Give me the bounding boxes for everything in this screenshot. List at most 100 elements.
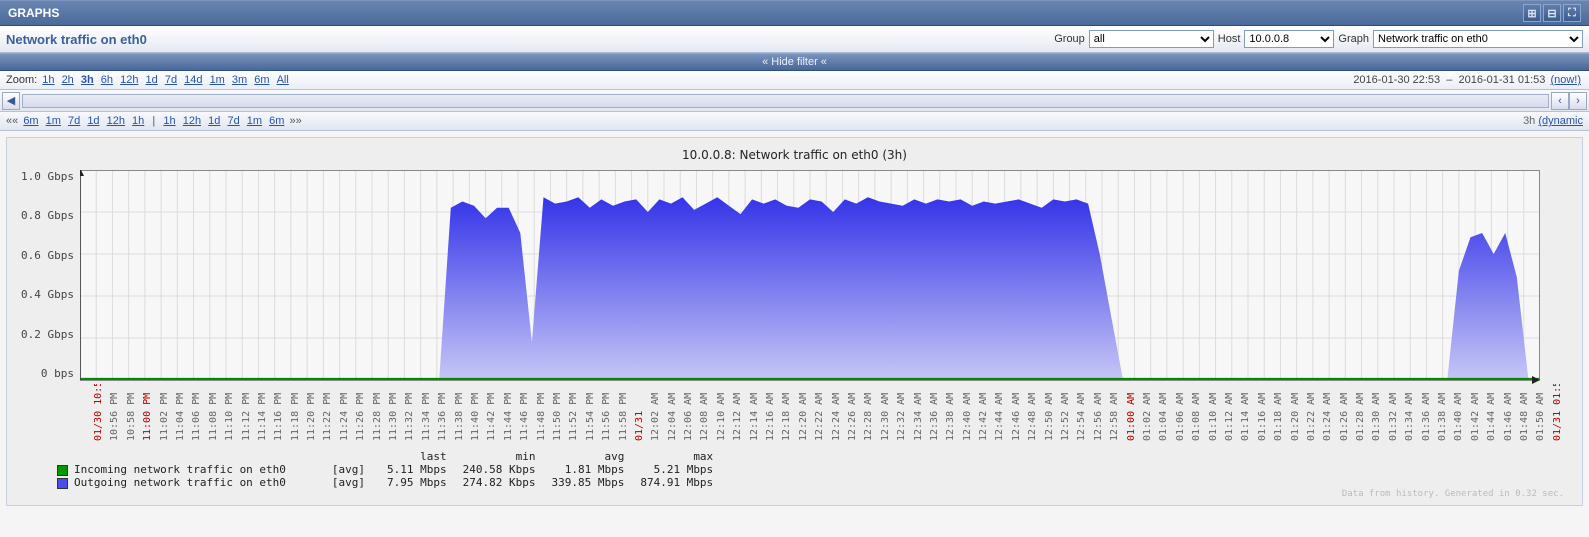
x-tick: 12:38 AM [945,384,961,444]
legend-row: Outgoing network traffic on eth0[avg]7.9… [49,476,721,489]
x-tick: 11:28 PM [372,384,388,444]
window-collapse-icon[interactable]: ⊟ [1543,4,1561,22]
move-left-1d[interactable]: 1d [87,115,99,127]
zoom-1d[interactable]: 1d [146,74,158,86]
page-title: Network traffic on eth0 [6,32,147,47]
window-fullscreen-icon[interactable]: ⛶ [1563,4,1581,22]
move-left-12h[interactable]: 12h [107,115,125,127]
x-tick: 12:46 AM [1011,384,1027,444]
time-range: 2016-01-30 22:53 – 2016-01-31 01:53 (now… [1353,74,1583,86]
x-tick: 01:40 AM [1453,384,1469,444]
x-tick: 12:58 AM [1109,384,1125,444]
host-select[interactable]: 10.0.0.8 [1244,30,1334,48]
x-tick: 01:02 AM [1142,384,1158,444]
chart-plot[interactable] [80,170,1540,384]
move-left-7d[interactable]: 7d [68,115,80,127]
x-tick: 12:14 AM [749,384,765,444]
scroll-step-right-button[interactable]: › [1569,92,1587,110]
move-left-6m[interactable]: 6m [23,115,38,127]
x-tick: 11:20 PM [306,384,322,444]
move-right-arrows: »» [289,115,301,127]
x-tick: 11:40 PM [470,384,486,444]
time-now-link[interactable]: (now!) [1550,74,1581,86]
x-tick: 01:48 AM [1519,384,1535,444]
zoom-1h[interactable]: 1h [42,74,54,86]
y-tick: 0.8 Gbps [21,209,74,222]
zoom-3h[interactable]: 3h [81,74,94,86]
x-tick: 01:20 AM [1290,384,1306,444]
x-tick: 11:24 PM [339,384,355,444]
x-tick: 01/30 10:53 PM [93,384,109,444]
zoom-1m[interactable]: 1m [210,74,225,86]
move-right-6m[interactable]: 6m [269,115,284,127]
x-tick: 01/31 [634,384,650,444]
x-tick: 01:34 AM [1404,384,1420,444]
legend-series-name: Outgoing network traffic on eth0 [49,476,324,489]
x-tick: 11:48 PM [536,384,552,444]
zoom-12h[interactable]: 12h [120,74,138,86]
legend-row: Incoming network traffic on eth0[avg]5.1… [49,463,721,476]
timeline-scroll: ◀ ‹ › [0,90,1589,112]
zoom-links: Zoom: 1h 2h 3h 6h 12h 1d 7d 14d 1m 3m 6m… [6,74,291,86]
x-tick: 11:54 PM [585,384,601,444]
move-right-12h[interactable]: 12h [183,115,201,127]
window-titlebar: GRAPHS ⊞ ⊟ ⛶ [0,0,1589,26]
x-tick: 11:02 PM [159,384,175,444]
scroll-track[interactable] [22,94,1549,108]
x-tick: 11:58 PM [618,384,634,444]
move-right-7d[interactable]: 7d [227,115,239,127]
x-tick: 12:34 AM [913,384,929,444]
hide-filter-label: « Hide filter « [762,56,827,68]
x-tick: 12:20 AM [798,384,814,444]
x-tick: 01:18 AM [1273,384,1289,444]
x-tick: 12:44 AM [994,384,1010,444]
x-tick: 11:10 PM [224,384,240,444]
x-tick: 01:50 AM [1535,384,1551,444]
x-axis: 01/30 10:53 PM10:56 PM10:58 PM11:00 PM11… [21,384,1568,444]
x-tick: 12:04 AM [667,384,683,444]
x-tick: 01:24 AM [1322,384,1338,444]
dynamic-link[interactable]: (dynamic [1538,115,1583,127]
window-buttons: ⊞ ⊟ ⛶ [1523,4,1581,22]
x-tick: 11:06 PM [191,384,207,444]
x-tick: 11:18 PM [290,384,306,444]
zoom-7d[interactable]: 7d [165,74,177,86]
x-tick: 11:42 PM [486,384,502,444]
move-left-1m[interactable]: 1m [46,115,61,127]
group-select[interactable]: all [1089,30,1214,48]
move-left-arrows: «« [6,115,18,127]
graph-panel: 10.0.0.8: Network traffic on eth0 (3h) 1… [6,137,1583,506]
x-tick: 11:04 PM [175,384,191,444]
move-sep: | [152,115,155,127]
zoom-All[interactable]: All [277,74,289,86]
move-links: «« 6m 1m 7d 1d 12h 1h | 1h 12h 1d 7d 1m … [6,115,302,127]
x-tick: 01:46 AM [1503,384,1519,444]
period-indicator: 3h (dynamic [1523,115,1583,127]
zoom-14d[interactable]: 14d [184,74,202,86]
zoom-6m[interactable]: 6m [254,74,269,86]
y-tick: 1.0 Gbps [21,170,74,183]
move-bar: «« 6m 1m 7d 1d 12h 1h | 1h 12h 1d 7d 1m … [0,112,1589,131]
x-tick: 12:28 AM [863,384,879,444]
graph-select[interactable]: Network traffic on eth0 [1373,30,1583,48]
move-right-1m[interactable]: 1m [247,115,262,127]
zoom-3m[interactable]: 3m [232,74,247,86]
move-right-1d[interactable]: 1d [208,115,220,127]
move-right-1h[interactable]: 1h [163,115,175,127]
x-tick: 01:06 AM [1175,384,1191,444]
move-left-1h[interactable]: 1h [132,115,144,127]
x-tick: 10:58 PM [126,384,142,444]
x-tick: 12:54 AM [1076,384,1092,444]
zoom-2h[interactable]: 2h [62,74,74,86]
x-tick: 01:12 AM [1224,384,1240,444]
scroll-left-button[interactable]: ◀ [2,92,20,110]
window-add-icon[interactable]: ⊞ [1523,4,1541,22]
hide-filter-toggle[interactable]: « Hide filter « [0,53,1589,71]
x-tick: 01:30 AM [1371,384,1387,444]
zoom-6h[interactable]: 6h [101,74,113,86]
x-tick: 11:14 PM [257,384,273,444]
x-tick: 12:52 AM [1060,384,1076,444]
scroll-step-left-button[interactable]: ‹ [1551,92,1569,110]
y-tick: 0.6 Gbps [21,249,74,262]
x-tick: 11:26 PM [355,384,371,444]
